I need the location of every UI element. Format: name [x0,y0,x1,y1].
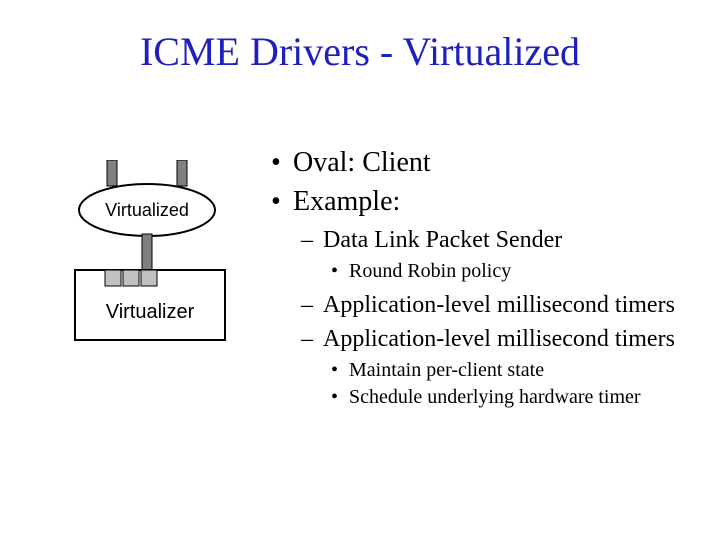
bullet-l3: Schedule underlying hardware timer [323,385,695,410]
diagram-box-label: Virtualizer [106,301,195,323]
slide-title: ICME Drivers - Virtualized [0,28,720,75]
bullet-l2: Data Link Packet Sender Round Robin poli… [293,225,695,284]
bullet-text: Data Link Packet Sender [323,227,562,253]
bullet-list: Oval: Client Example: Data Link Packet S… [265,145,695,410]
content: Oval: Client Example: Data Link Packet S… [265,145,695,416]
slide: ICME Drivers - Virtualized Virtualized V… [0,0,720,540]
bullet-l3: Round Robin policy [323,259,695,284]
bullet-l1: Example: Data Link Packet Sender Round R… [265,184,695,410]
bullet-l3: Maintain per-client state [323,358,695,383]
bullet-l1: Oval: Client [265,145,695,180]
bullet-l2: Application-level millisecond timers [293,290,695,320]
diagram: Virtualized Virtualizer [65,160,240,360]
diagram-oval-label: Virtualized [105,200,189,220]
bullet-l2: Application-level millisecond timers Mai… [293,324,695,410]
bullet-text: Application-level millisecond timers [323,326,675,352]
bullet-text: Example: [293,186,400,217]
